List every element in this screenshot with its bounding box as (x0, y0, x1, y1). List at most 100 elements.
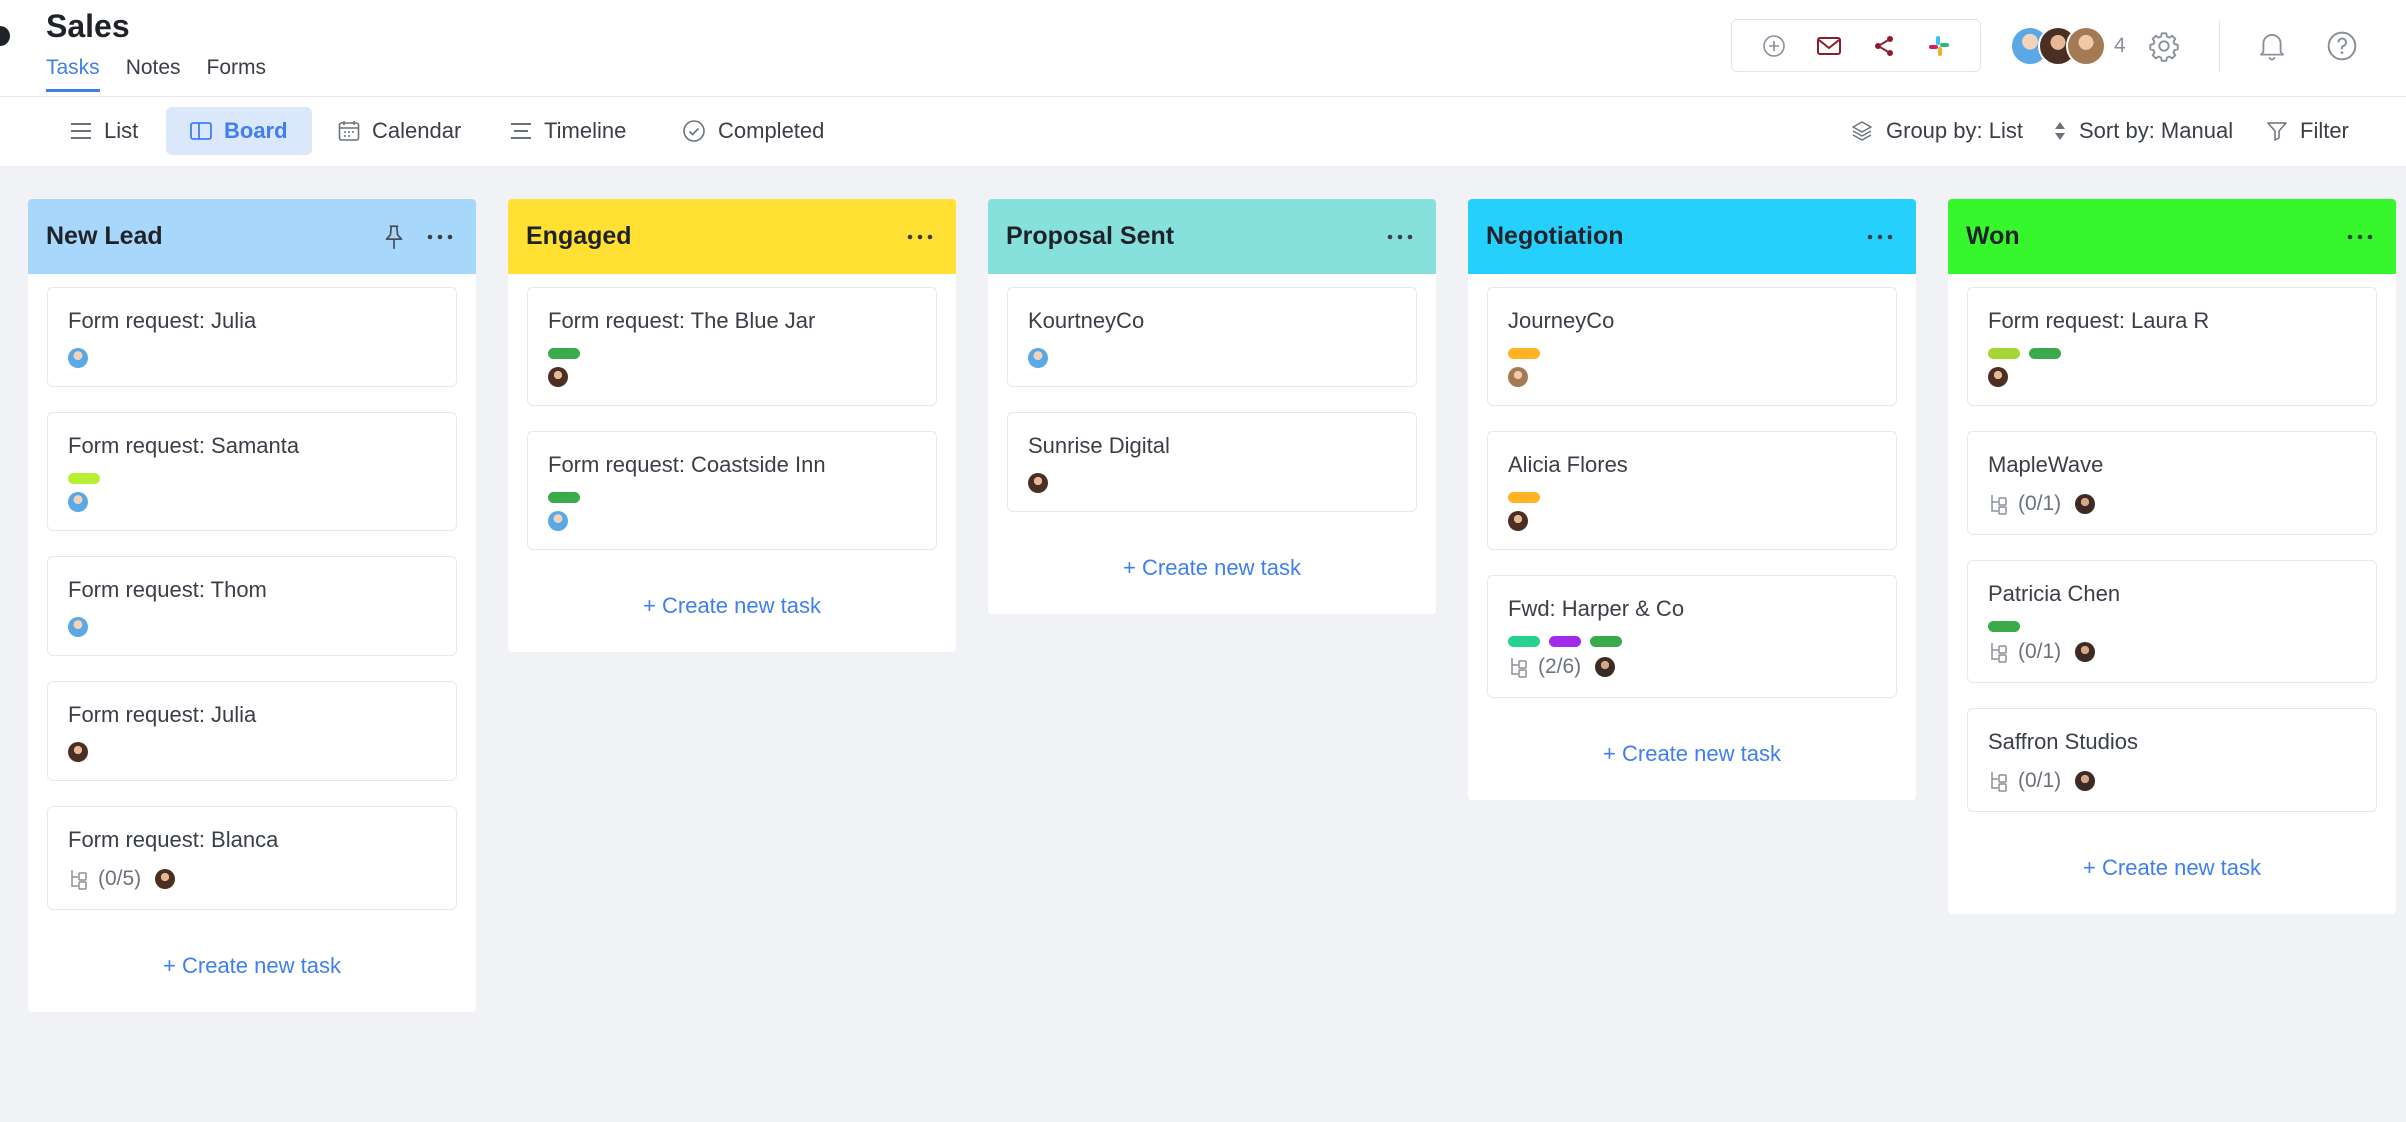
assignee-avatar (2075, 771, 2096, 791)
more-icon[interactable] (902, 219, 938, 255)
integrations-bar (1731, 19, 1981, 72)
create-task-button[interactable]: + Create new task (1007, 537, 1417, 614)
assignee-avatar (68, 617, 88, 637)
label-tag (1549, 636, 1581, 647)
label-tag (68, 473, 100, 484)
column-header: Won (1948, 199, 2396, 274)
column-negotiation: Negotiation JourneyCo Alicia Flores Fwd:… (1468, 199, 1916, 800)
check-circle-icon (683, 120, 705, 142)
column-header: Engaged (508, 199, 956, 274)
column-header: New Lead (28, 199, 476, 274)
task-card[interactable]: Alicia Flores (1487, 431, 1897, 550)
task-card[interactable]: KourtneyCo (1007, 287, 1417, 387)
subtask-count-text: (0/5) (98, 867, 142, 890)
assignee-avatar (68, 492, 88, 512)
avatar (2066, 26, 2106, 66)
task-card[interactable]: Form request: Blanca (0/5) (47, 806, 457, 910)
card-title: Form request: Julia (68, 702, 257, 727)
task-card[interactable]: Patricia Chen (0/1) (1967, 560, 2377, 683)
create-task-button[interactable]: + Create new task (1967, 837, 2377, 914)
filter-button[interactable]: Filter (2266, 107, 2349, 155)
label-tag (548, 492, 580, 503)
task-card[interactable]: Form request: Samanta (47, 412, 457, 531)
column-title: Engaged (526, 222, 632, 250)
tab-notes[interactable]: Notes (126, 56, 181, 92)
create-task-button[interactable]: + Create new task (47, 935, 457, 1012)
view-calendar[interactable]: Calendar (314, 107, 485, 155)
create-task-button[interactable]: + Create new task (527, 575, 937, 652)
task-card[interactable]: Form request: Julia (47, 287, 457, 387)
column-new-lead: New Lead Form request: Julia Form reques… (28, 199, 476, 1012)
card-title: Form request: The Blue Jar (548, 308, 816, 333)
create-task-button[interactable]: + Create new task (1487, 723, 1897, 800)
task-card[interactable]: Fwd: Harper & Co (2/6) (1487, 575, 1897, 698)
assignee-avatar (155, 869, 176, 889)
card-title: Patricia Chen (1988, 581, 2121, 606)
members-count: 4 (2114, 34, 2126, 57)
more-icon[interactable] (1862, 219, 1898, 255)
task-card[interactable]: Form request: Julia (47, 681, 457, 781)
sort-icon (2055, 122, 2065, 140)
column-won: Won Form request: Laura R MapleWave (0/1… (1948, 199, 2396, 914)
view-timeline-label: Timeline (544, 118, 627, 143)
column-proposal-sent: Proposal Sent KourtneyCo Sunrise Digital… (988, 199, 1436, 614)
layers-icon (1852, 121, 1872, 141)
label-tag (1590, 636, 1622, 647)
header-divider (2219, 20, 2220, 72)
label-tag (2029, 348, 2061, 359)
task-card[interactable]: MapleWave (0/1) (1967, 431, 2377, 535)
more-icon[interactable] (2342, 219, 2378, 255)
subtask-icon (1991, 643, 2007, 663)
column-header: Negotiation (1468, 199, 1916, 274)
gear-icon[interactable] (2144, 26, 2184, 66)
card-title: Sunrise Digital (1028, 433, 1170, 458)
assignee-avatar (1508, 367, 1528, 387)
label-tag (1508, 492, 1540, 503)
back-dot-icon[interactable] (0, 26, 10, 46)
tab-tasks[interactable]: Tasks (46, 56, 100, 92)
label-tag (1508, 348, 1540, 359)
help-icon[interactable] (2322, 26, 2362, 66)
view-calendar-label: Calendar (372, 118, 462, 143)
timeline-icon (511, 123, 531, 139)
assignee-avatar (68, 742, 88, 762)
sort-by-button[interactable]: Sort by: Manual (2053, 107, 2233, 155)
view-board[interactable]: Board (166, 107, 312, 155)
page-tabs: Tasks Notes Forms (46, 56, 266, 92)
assignee-avatar (1988, 367, 2008, 387)
task-card[interactable]: Form request: The Blue Jar (527, 287, 937, 406)
share-icon[interactable] (1867, 29, 1901, 63)
bell-icon[interactable] (2252, 26, 2292, 66)
pin-icon[interactable] (376, 219, 412, 255)
more-icon[interactable] (422, 219, 458, 255)
subtask-count-text: (0/1) (2018, 492, 2062, 515)
task-card[interactable]: Sunrise Digital (1007, 412, 1417, 512)
group-by-button[interactable]: Group by: List (1850, 107, 2023, 155)
view-timeline[interactable]: Timeline (486, 107, 650, 155)
more-icon[interactable] (1382, 219, 1418, 255)
view-list[interactable]: List (46, 107, 162, 155)
task-card[interactable]: JourneyCo (1487, 287, 1897, 406)
filter-icon (2267, 122, 2287, 141)
assignee-avatar (68, 348, 88, 368)
assignee-avatar (548, 511, 568, 531)
view-toolbar: List Board Calendar Timeline Completed G… (0, 97, 2406, 167)
subtask-icon (1991, 772, 2007, 792)
slack-icon[interactable] (1922, 29, 1956, 63)
list-icon (71, 123, 91, 139)
card-title: Form request: Julia (68, 308, 257, 333)
task-card[interactable]: Form request: Thom (47, 556, 457, 656)
group-by-label: Group by: List (1886, 118, 2023, 143)
subtask-count: (0/1) (1988, 492, 2061, 516)
task-card[interactable]: Saffron Studios (0/1) (1967, 708, 2377, 812)
task-card[interactable]: Form request: Coastside Inn (527, 431, 937, 550)
task-card[interactable]: Form request: Laura R (1967, 287, 2377, 406)
label-tag (548, 348, 580, 359)
add-integration-icon[interactable] (1757, 29, 1791, 63)
view-completed[interactable]: Completed (658, 107, 848, 155)
mail-icon[interactable] (1812, 29, 1846, 63)
tab-forms[interactable]: Forms (207, 56, 267, 92)
label-tag (1988, 621, 2020, 632)
assignee-avatar (1508, 511, 1528, 531)
member-avatars[interactable]: 4 (2010, 26, 2126, 66)
